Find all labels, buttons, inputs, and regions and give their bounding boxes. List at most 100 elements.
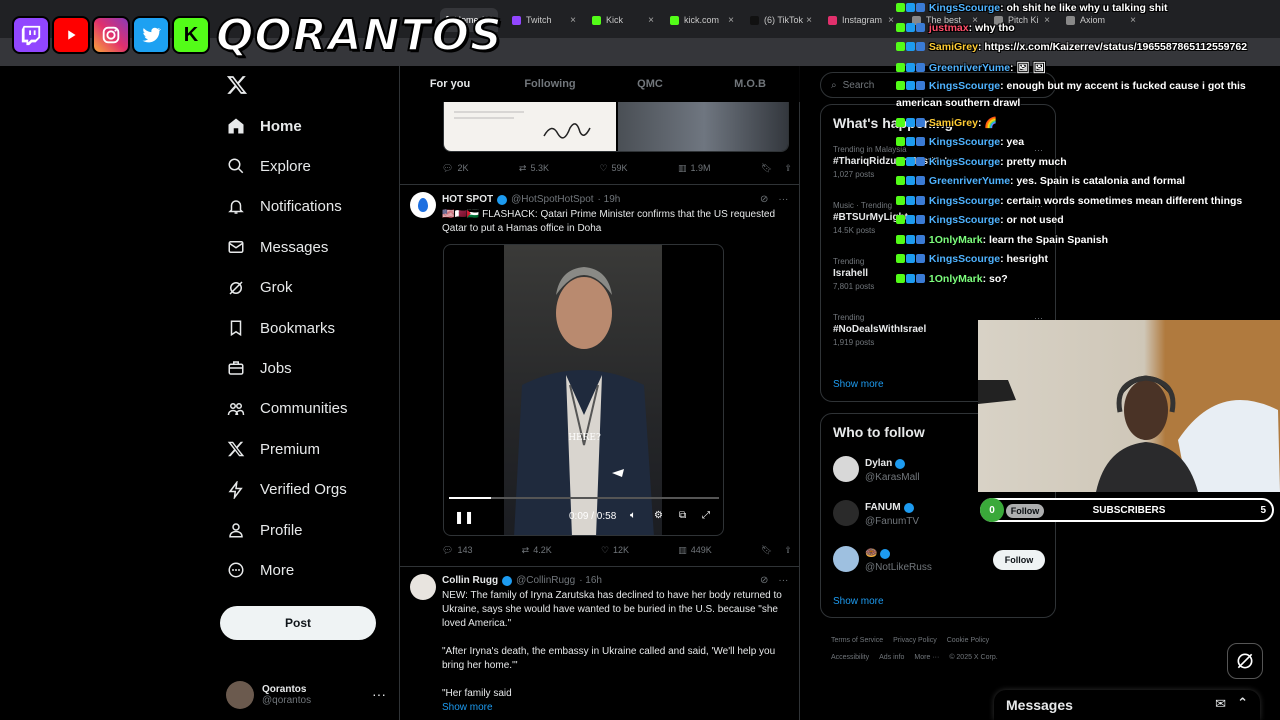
like-button[interactable]: ♡ 59K <box>599 163 627 174</box>
post-button[interactable]: Post <box>220 606 376 640</box>
footer-link[interactable]: Terms of Service <box>831 637 883 644</box>
nav-item-verified-orgs[interactable]: Verified Orgs <box>226 472 347 508</box>
chat-badge-icon <box>896 42 905 51</box>
author-handle[interactable]: @CollinRugg <box>516 575 575 586</box>
browser-tab[interactable]: Instagram × <box>822 8 898 32</box>
heart-icon: ♡ <box>600 544 610 555</box>
chat-message: GreenriverYume: yes. Spain is catalonia … <box>896 175 1185 187</box>
trend-name[interactable]: Israhell <box>833 268 868 279</box>
share-icon[interactable]: ⇪ <box>784 545 792 556</box>
person-icon <box>226 520 246 540</box>
nav-item-grok[interactable]: Grok <box>226 270 293 306</box>
verified-badge-icon <box>502 575 513 586</box>
tab-following[interactable]: Following <box>500 66 600 102</box>
close-tab-icon[interactable]: × <box>806 15 812 26</box>
grok-icon[interactable]: ⊘ <box>760 575 768 586</box>
author-name[interactable]: HOT SPOT <box>442 194 493 205</box>
tab-m-o-b[interactable]: M.O.B <box>700 66 800 102</box>
repost-button[interactable]: ⇄ 4.2K <box>522 545 552 556</box>
envelope-icon <box>226 237 246 257</box>
browser-tab[interactable]: Kick × <box>586 8 658 32</box>
video-progress-bar[interactable] <box>449 497 719 499</box>
picture-in-picture-icon[interactable]: ⧉ <box>679 510 686 521</box>
footer-link[interactable]: Ads info <box>879 654 904 661</box>
messages-drawer[interactable]: Messages ✉ ⌃ <box>994 690 1260 720</box>
video-player[interactable]: HERE? ❚❚ 0:09 / 0:58 🔈︎ ⚙ ⧉ ⤢ <box>443 244 724 536</box>
previous-tweet-media[interactable] <box>443 102 789 152</box>
photo-image <box>618 102 788 151</box>
settings-gear-icon[interactable]: ⚙ <box>654 510 663 521</box>
fullscreen-icon[interactable]: ⤢ <box>702 510 710 521</box>
x-logo-icon[interactable] <box>226 74 248 101</box>
account-switcher[interactable]: Qorantos @qorantos ··· <box>226 680 386 710</box>
suggestion-name-text: FANUM <box>865 502 901 513</box>
tweet-time[interactable]: · 19h <box>598 194 621 205</box>
close-tab-icon[interactable]: × <box>728 15 734 26</box>
author-name[interactable]: Collin Rugg <box>442 575 498 586</box>
nav-item-home[interactable]: Home <box>226 108 302 144</box>
browser-tab[interactable]: kick.com × <box>664 8 738 32</box>
footer-link[interactable]: Accessibility <box>831 654 869 661</box>
more-dots-icon[interactable]: ··· <box>778 194 788 205</box>
heart-icon: ♡ <box>599 162 608 173</box>
trend-name[interactable]: #NoDealsWithIsrael <box>833 324 926 335</box>
chat-text: : yea <box>1000 136 1025 148</box>
close-tab-icon[interactable]: × <box>648 15 654 26</box>
chat-badge-icon <box>906 42 915 51</box>
browser-tab[interactable]: (6) TikTok × <box>744 8 816 32</box>
nav-item-notifications[interactable]: Notifications <box>226 189 342 225</box>
suggestion-name-text: Dylan <box>865 458 893 469</box>
repost-button[interactable]: ⇄ 5.3K <box>519 163 549 174</box>
follow-button[interactable]: Follow <box>993 550 1045 570</box>
show-more-link[interactable]: Show more <box>833 596 884 607</box>
browser-tab[interactable]: Twitch × <box>506 8 580 32</box>
show-more-link[interactable]: Show more <box>833 379 884 390</box>
like-button[interactable]: ♡ 12K <box>601 545 629 556</box>
volume-icon[interactable]: 🔈︎ <box>630 510 636 521</box>
suggestion-name-text: 🍩 <box>865 548 878 559</box>
nav-item-jobs[interactable]: Jobs <box>226 350 292 386</box>
more-dots-icon[interactable]: ··· <box>778 575 788 586</box>
more-dots-icon[interactable]: ··· <box>372 686 386 702</box>
chat-username: KingsScourge <box>926 156 1001 168</box>
share-icon[interactable]: ⇪ <box>784 163 792 174</box>
footer-link[interactable]: Privacy Policy <box>893 637 937 644</box>
author-handle[interactable]: @HotSpotHotSpot <box>511 194 593 205</box>
pause-icon[interactable]: ❚❚ <box>454 510 474 524</box>
collin-avatar[interactable] <box>410 574 436 600</box>
nav-item-messages[interactable]: Messages <box>226 229 328 265</box>
bookmark-icon[interactable]: 🔖︎ <box>761 163 772 174</box>
close-tab-icon[interactable]: × <box>888 15 894 26</box>
tab-qmc[interactable]: QMC <box>600 66 700 102</box>
views-button[interactable]: ▥ 1.9M <box>678 163 711 174</box>
avatar <box>226 681 254 709</box>
nav-item-premium[interactable]: Premium <box>226 431 320 467</box>
views-icon: ▥ <box>678 544 687 555</box>
grok-floating-button[interactable] <box>1227 643 1263 679</box>
follow-suggestion[interactable]: 🍩 @NotLikeRuss Follow <box>833 546 1045 578</box>
close-tab-icon[interactable]: × <box>570 15 576 26</box>
chat-text: : pretty much <box>1000 156 1067 168</box>
nav-item-explore[interactable]: Explore <box>226 148 311 184</box>
bookmark-icon[interactable]: 🔖︎ <box>761 545 772 556</box>
show-more-link[interactable]: Show more <box>442 701 792 715</box>
footer-link[interactable]: Cookie Policy <box>947 637 989 644</box>
nav-item-communities[interactable]: Communities <box>226 391 348 427</box>
nav-item-bookmarks[interactable]: Bookmarks <box>226 310 335 346</box>
nav-item-more[interactable]: More <box>226 552 294 588</box>
grok-icon[interactable]: ⊘ <box>760 194 768 205</box>
hotspot-avatar[interactable] <box>410 192 436 218</box>
expand-chevron-icon[interactable]: ⌃ <box>1237 695 1248 711</box>
footer-link[interactable]: More ··· <box>914 654 939 661</box>
compose-message-icon[interactable]: ✉ <box>1215 696 1226 712</box>
tab-for-you[interactable]: For you <box>400 66 500 102</box>
video-controls: ❚❚ 0:09 / 0:58 🔈︎ ⚙ ⧉ ⤢ <box>444 507 723 529</box>
tweet-time[interactable]: · 16h <box>579 575 602 586</box>
views-button[interactable]: ▥ 449K <box>678 545 712 556</box>
panel-title: Who to follow <box>833 424 925 440</box>
reply-button[interactable]: 💬︎ 143 <box>442 545 472 556</box>
chat-badge-icon <box>906 23 915 32</box>
nav-item-profile[interactable]: Profile <box>226 512 303 548</box>
reply-button[interactable]: 💬︎ 2K <box>442 163 468 174</box>
chat-badge-icon <box>896 137 905 146</box>
